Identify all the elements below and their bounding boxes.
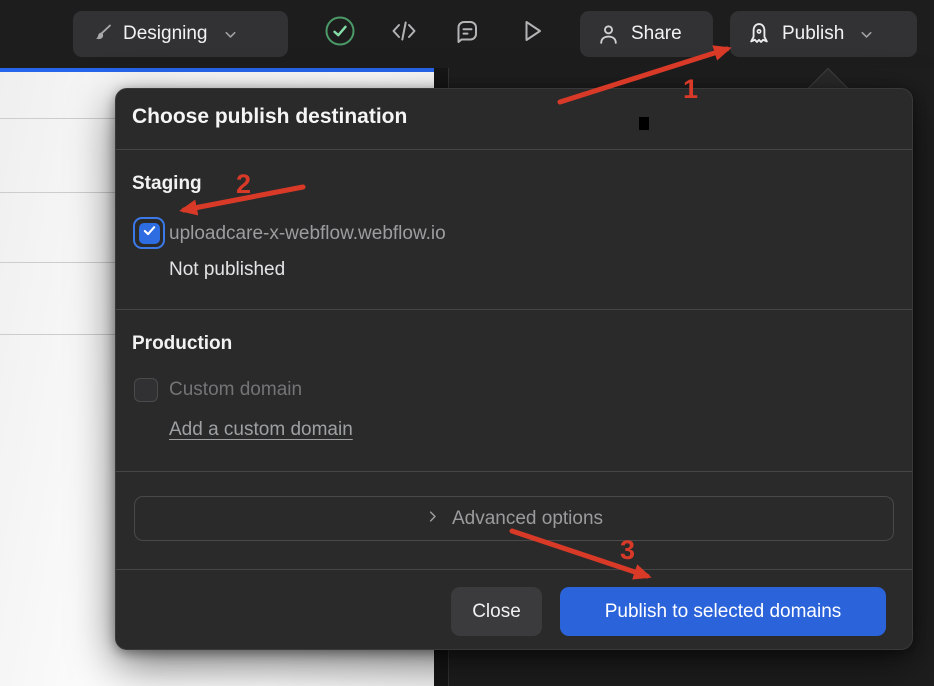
webflow-designer-window: Designing [0, 0, 934, 686]
audit-status-button[interactable] [325, 18, 355, 48]
preview-button[interactable] [517, 18, 547, 48]
add-custom-domain-link[interactable]: Add a custom domain [169, 419, 353, 441]
publish-to-selected-domains-button[interactable]: Publish to selected domains [560, 587, 886, 636]
designing-mode-label: Designing [123, 23, 208, 45]
check-circle-icon [324, 15, 356, 52]
custom-code-button[interactable] [389, 18, 419, 48]
advanced-options-button[interactable]: Advanced options [134, 496, 894, 541]
dialog-title: Choose publish destination [132, 105, 407, 129]
publish-button[interactable]: Publish [730, 11, 917, 57]
code-icon [389, 16, 419, 51]
staging-heading: Staging [132, 173, 202, 195]
divider [116, 471, 912, 472]
divider [116, 149, 912, 150]
production-heading: Production [132, 333, 232, 355]
chevron-right-icon [425, 508, 440, 530]
publish-label: Publish [782, 23, 844, 45]
person-icon [596, 22, 621, 47]
paintbrush-icon [89, 22, 113, 46]
rocket-icon [746, 21, 772, 47]
staging-domain-label[interactable]: uploadcare-x-webflow.webflow.io [169, 223, 446, 245]
publish-destination-dialog: Choose publish destination Staging uploa… [115, 88, 913, 650]
canvas-selection-guide [0, 68, 434, 72]
staging-status: Not published [169, 259, 285, 281]
custom-domain-label: Custom domain [169, 379, 302, 401]
checkmark-icon [142, 223, 157, 243]
chevron-down-icon [222, 26, 239, 43]
staging-domain-checkbox[interactable] [133, 217, 165, 249]
play-icon [517, 16, 547, 51]
advanced-options-label: Advanced options [452, 508, 603, 530]
divider [116, 569, 912, 570]
comment-icon [452, 16, 482, 51]
chevron-down-icon [858, 26, 875, 43]
divider [116, 309, 912, 310]
close-button[interactable]: Close [451, 587, 542, 636]
custom-domain-checkbox[interactable] [134, 378, 158, 402]
share-button[interactable]: Share [580, 11, 713, 57]
top-toolbar: Designing [0, 0, 934, 68]
designing-mode-button[interactable]: Designing [73, 11, 288, 57]
text-cursor-artifact [639, 117, 649, 130]
share-label: Share [631, 23, 682, 45]
comments-button[interactable] [452, 18, 482, 48]
